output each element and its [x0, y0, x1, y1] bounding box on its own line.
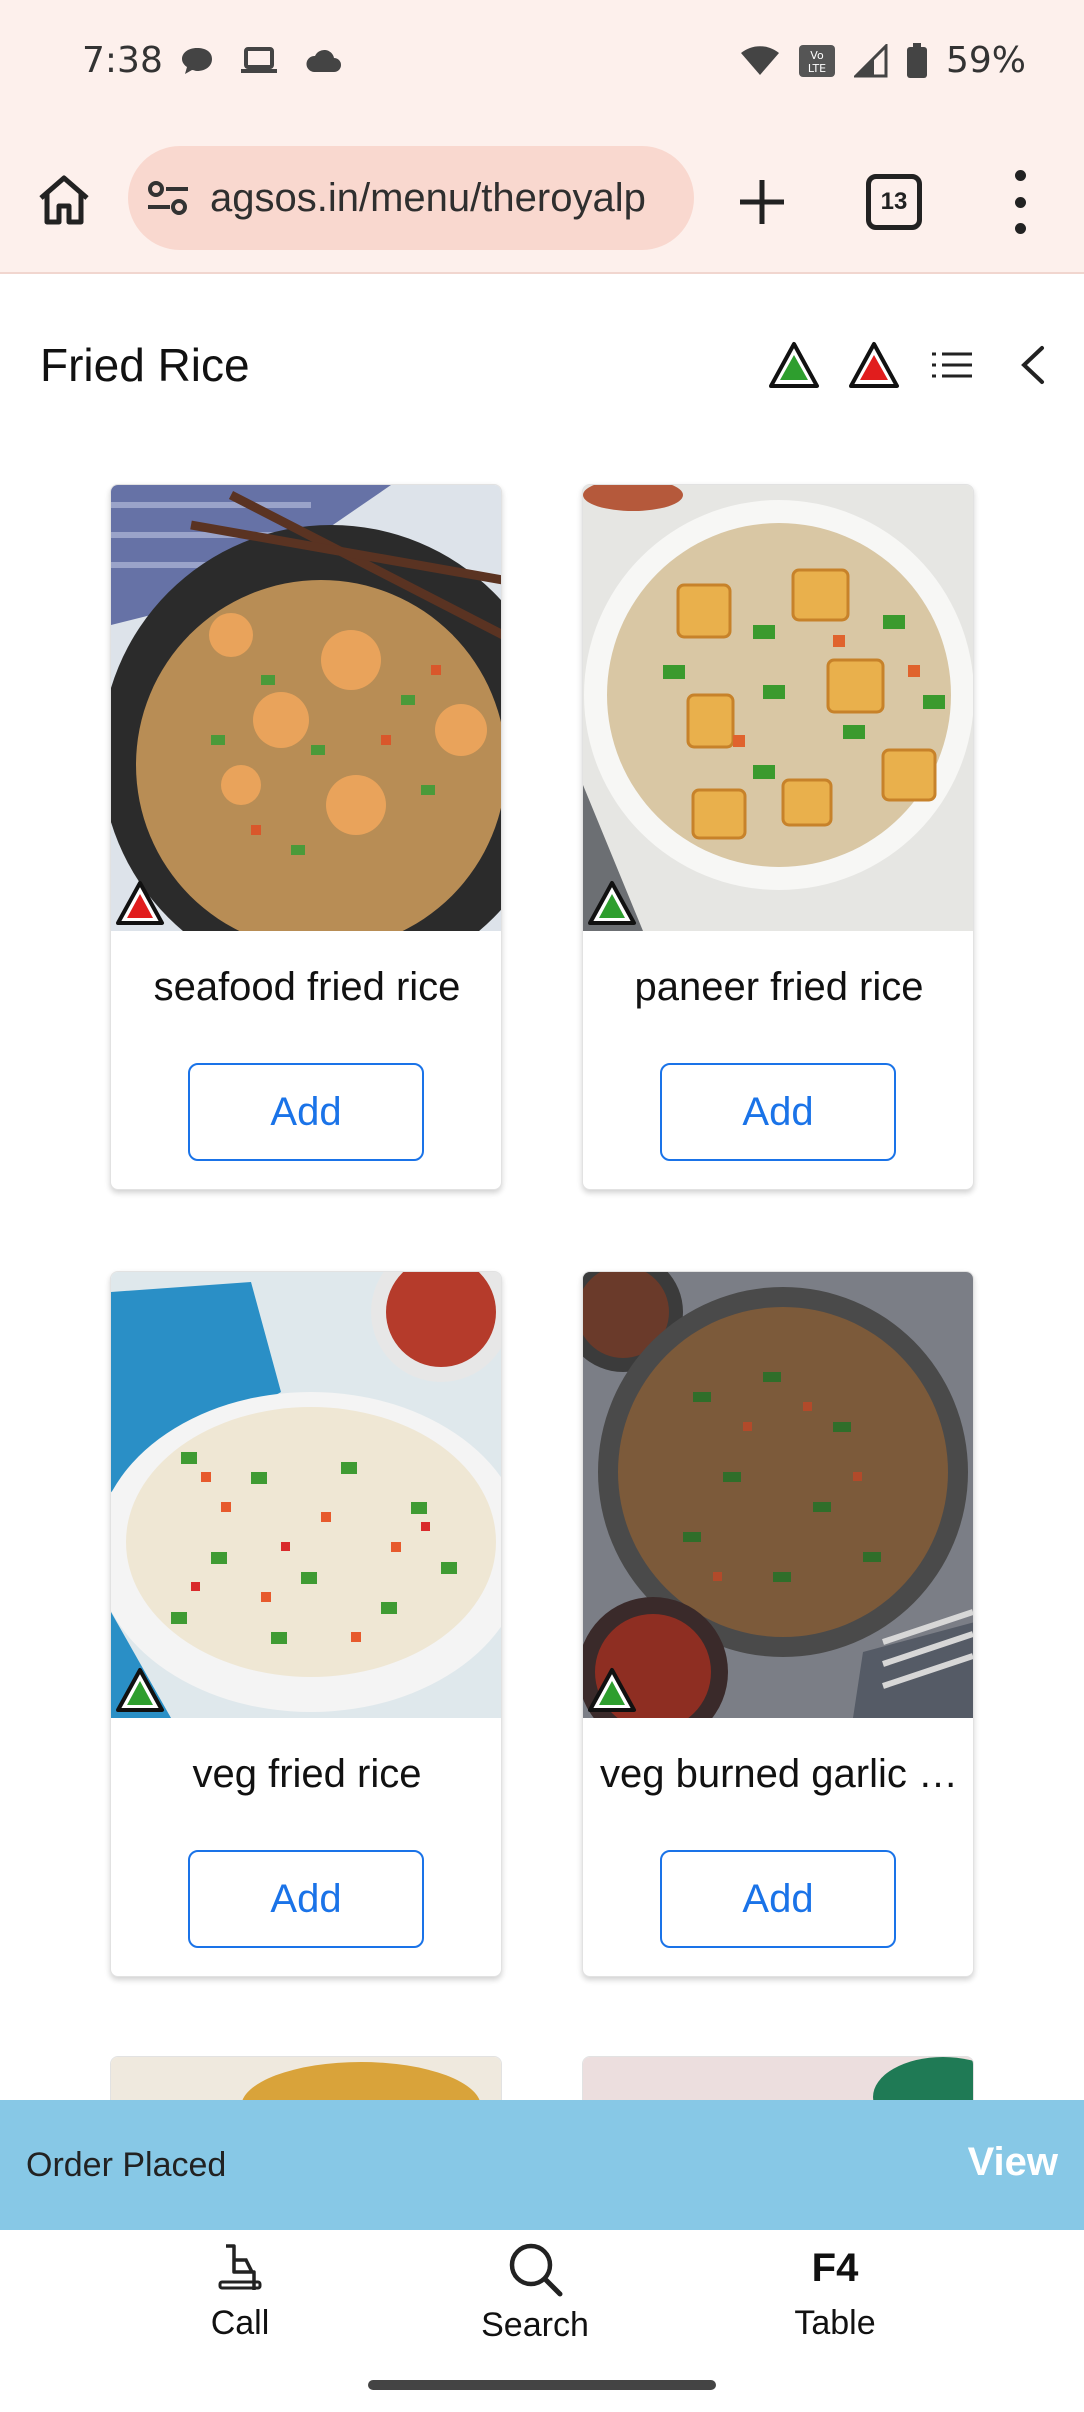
more-menu-button[interactable] — [1000, 170, 1040, 234]
table-label: Table — [794, 2304, 876, 2342]
dish-photo — [111, 1272, 501, 1718]
list-menu-icon[interactable] — [928, 340, 980, 390]
dish-name: seafood fried rice — [153, 965, 461, 1009]
svg-text:LTE: LTE — [808, 62, 826, 75]
back-chevron-icon[interactable] — [1008, 340, 1060, 390]
battery-percent: 59% — [945, 40, 1026, 81]
address-bar[interactable]: agsos.in/menu/theroyalp — [128, 146, 694, 250]
tab-switcher-button[interactable]: 13 — [866, 174, 922, 230]
volte-icon: VoLTE — [798, 44, 835, 77]
browser-toolbar: agsos.in/menu/theroyalp 13 — [0, 130, 1084, 274]
status-time: 7:38 — [82, 40, 163, 81]
site-settings-icon[interactable] — [146, 180, 190, 216]
add-button[interactable]: Add — [188, 1850, 424, 1948]
wifi-icon — [740, 45, 779, 75]
dish-name: paneer fried rice — [634, 965, 924, 1009]
call-label: Call — [210, 2304, 270, 2342]
dish-photo — [111, 485, 501, 931]
svg-text:Vo: Vo — [810, 49, 824, 62]
url-text: agsos.in/menu/theroyalp — [210, 175, 646, 220]
tab-count: 13 — [880, 188, 908, 215]
search-nav-item[interactable]: Search — [470, 2240, 600, 2345]
status-system-icons: Vo LTE 59% — [740, 40, 1026, 81]
add-button[interactable]: Add — [188, 1063, 424, 1161]
category-title: Fried Rice — [40, 339, 250, 391]
cloud-icon — [306, 49, 341, 72]
table-nav-item[interactable]: F4 Table — [780, 2240, 890, 2343]
home-icon — [39, 175, 89, 225]
search-icon — [509, 2243, 563, 2297]
dot-icon — [1014, 223, 1026, 234]
new-tab-button[interactable] — [732, 172, 792, 232]
veg-filter-icon[interactable] — [768, 340, 820, 390]
menu-item-card[interactable]: paneer fried rice Add — [582, 484, 974, 1190]
signal-icon — [853, 43, 888, 77]
veg-badge-icon — [116, 1668, 164, 1712]
menu-item-card[interactable]: seafood fried rice Add — [110, 484, 502, 1190]
status-bar: 7:38 Vo LTE 59% — [0, 0, 1084, 130]
menu-item-card[interactable]: veg fried rice Add — [110, 1271, 502, 1977]
search-label: Search — [481, 2306, 589, 2344]
call-nav-item[interactable]: Call — [190, 2240, 290, 2343]
veg-badge-icon — [588, 1668, 636, 1712]
home-button[interactable] — [34, 170, 94, 230]
dot-icon — [1014, 196, 1026, 208]
veg-badge-icon — [588, 881, 636, 925]
non-veg-badge-icon — [116, 881, 164, 925]
view-order-button[interactable]: View — [968, 2140, 1058, 2185]
dish-name: veg burned garlic … — [600, 1752, 958, 1796]
status-notification-icons — [180, 46, 342, 76]
waiter-call-icon — [218, 2244, 262, 2290]
table-code: F4 — [811, 2246, 859, 2290]
category-header: Fried Rice — [0, 300, 1084, 430]
dish-photo — [583, 485, 973, 931]
dish-name: veg fried rice — [192, 1752, 422, 1796]
order-status-bar[interactable]: Order Placed View — [0, 2100, 1084, 2230]
battery-icon — [906, 42, 927, 78]
plus-icon — [740, 180, 784, 224]
chat-bubble-icon — [182, 48, 212, 74]
non-veg-filter-icon[interactable] — [848, 340, 900, 390]
order-status-text: Order Placed — [26, 2146, 227, 2184]
menu-item-card[interactable]: veg burned garlic … Add — [582, 1271, 974, 1977]
gesture-home-indicator[interactable] — [368, 2380, 716, 2390]
dot-icon — [1014, 170, 1026, 181]
add-button[interactable]: Add — [660, 1063, 896, 1161]
laptop-icon — [241, 47, 277, 73]
dish-photo — [583, 1272, 973, 1718]
add-button[interactable]: Add — [660, 1850, 896, 1948]
